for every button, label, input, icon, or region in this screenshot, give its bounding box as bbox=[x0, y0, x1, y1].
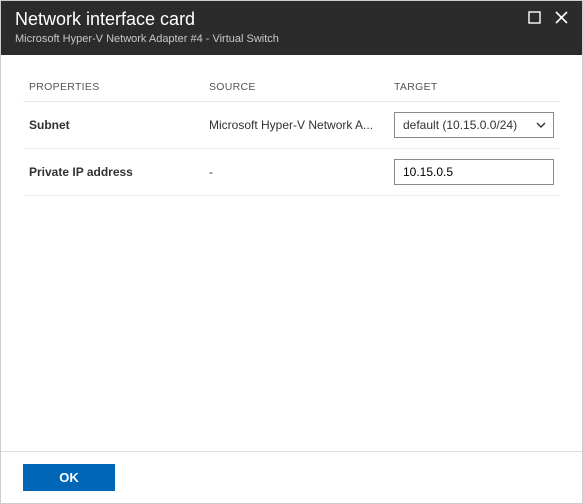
private-ip-input[interactable] bbox=[394, 159, 554, 185]
row-label-subnet: Subnet bbox=[23, 101, 203, 148]
window-title: Network interface card bbox=[15, 9, 279, 31]
subnet-select[interactable]: default (10.15.0.0/24) bbox=[394, 112, 554, 138]
table-row: Subnet Microsoft Hyper-V Network A... de… bbox=[23, 101, 560, 148]
subnet-select-value: default (10.15.0.0/24) bbox=[403, 118, 517, 132]
row-source-private-ip: - bbox=[203, 148, 388, 195]
title-text-block: Network interface card Microsoft Hyper-V… bbox=[15, 9, 279, 45]
properties-table: PROPERTIES SOURCE TARGET Subnet Microsof… bbox=[23, 73, 560, 196]
row-label-private-ip: Private IP address bbox=[23, 148, 203, 195]
row-target-private-ip bbox=[388, 148, 560, 195]
row-source-subnet: Microsoft Hyper-V Network A... bbox=[203, 101, 388, 148]
row-target-subnet: default (10.15.0.0/24) bbox=[388, 101, 560, 148]
title-bar: Network interface card Microsoft Hyper-V… bbox=[1, 1, 582, 55]
footer-bar: OK bbox=[1, 451, 582, 503]
maximize-icon[interactable] bbox=[528, 11, 541, 24]
table-row: Private IP address - bbox=[23, 148, 560, 195]
content-area: PROPERTIES SOURCE TARGET Subnet Microsof… bbox=[1, 55, 582, 451]
col-source: SOURCE bbox=[203, 73, 388, 102]
ok-button[interactable]: OK bbox=[23, 464, 115, 491]
chevron-down-icon bbox=[535, 119, 547, 131]
window-controls bbox=[528, 11, 568, 24]
col-target: TARGET bbox=[388, 73, 560, 102]
window-subtitle: Microsoft Hyper-V Network Adapter #4 - V… bbox=[15, 33, 279, 45]
close-icon[interactable] bbox=[555, 11, 568, 24]
col-properties: PROPERTIES bbox=[23, 73, 203, 102]
